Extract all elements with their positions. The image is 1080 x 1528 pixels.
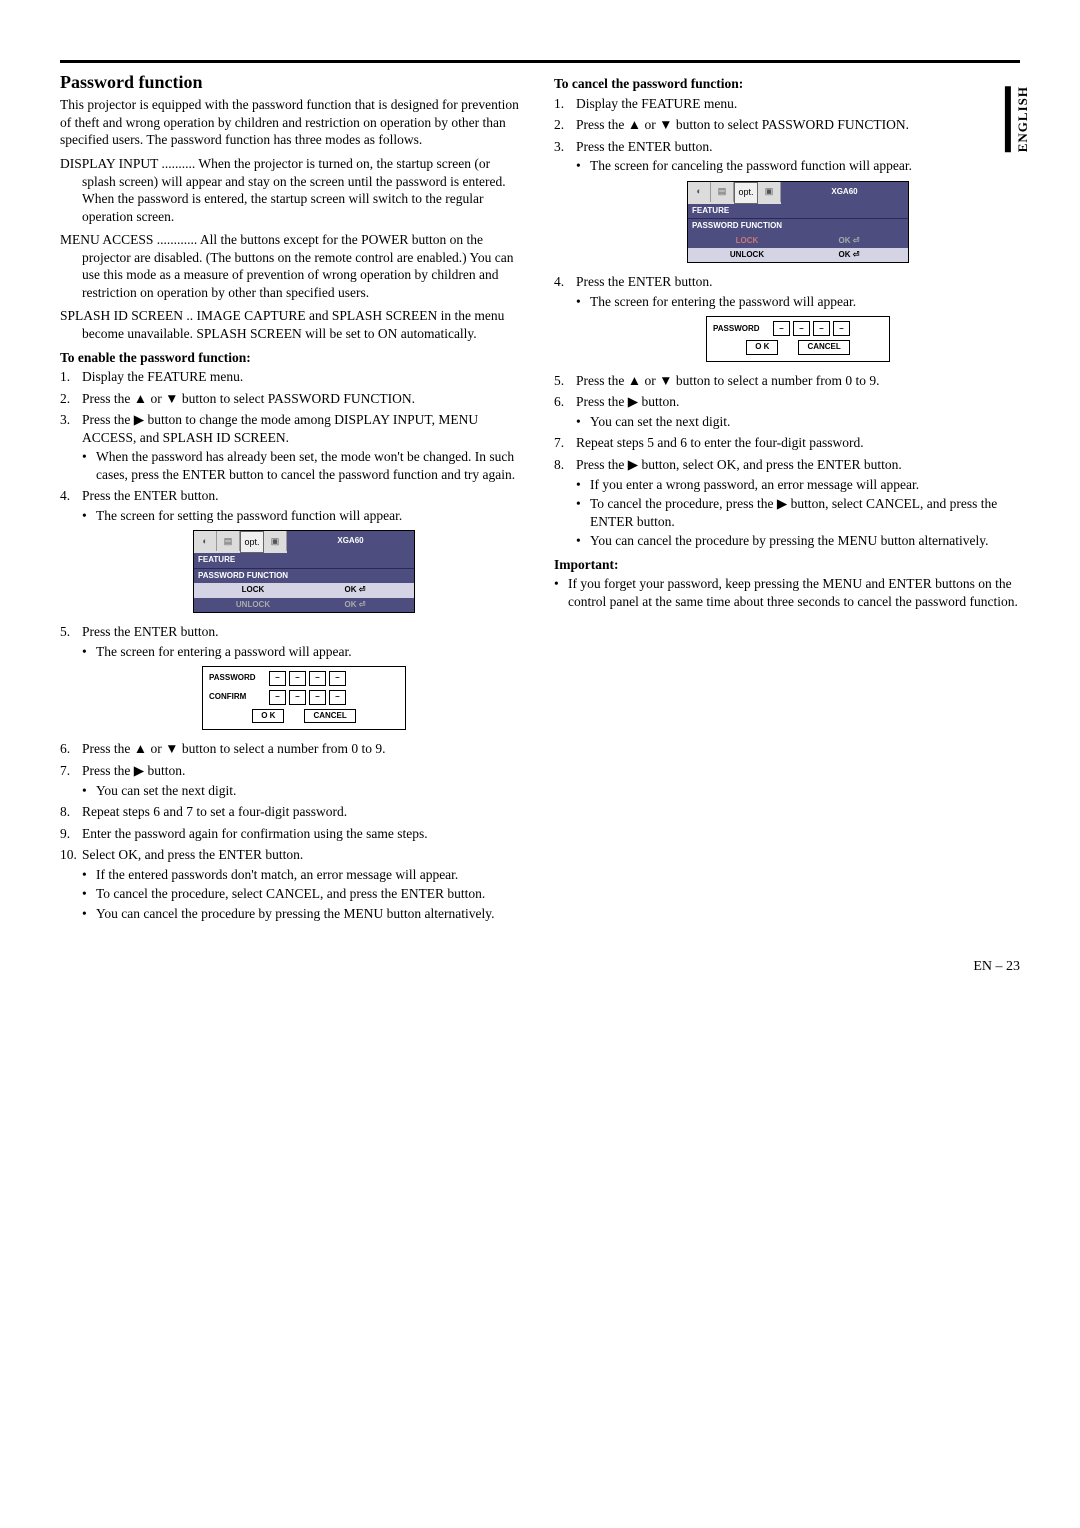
sub-bullet: If you enter a wrong password, an error …: [576, 476, 1020, 494]
step-text: Press the ENTER button.: [82, 624, 219, 639]
step-text: Press the ▶ button.: [82, 763, 185, 778]
mode-label: MENU ACCESS ............: [60, 232, 197, 247]
osd-tab-icon: ▣: [758, 182, 781, 202]
step-text: Repeat steps 5 and 6 to enter the four-d…: [576, 435, 864, 450]
osd-tab-icon: ▤: [217, 531, 240, 551]
password-entry-figure: PASSWORD –––– CONFIRM –––– O K CANCEL: [202, 666, 406, 730]
sub-bullet: You can set the next digit.: [576, 413, 1020, 431]
right-icon: ▶: [134, 412, 144, 427]
important-list: If you forget your password, keep pressi…: [554, 575, 1020, 610]
sub-bullet: To cancel the procedure, select CANCEL, …: [82, 885, 526, 903]
top-rule: [60, 60, 1020, 63]
ok-button: O K: [746, 340, 778, 354]
important-heading: Important:: [554, 556, 1020, 574]
mode-display-input: DISPLAY INPUT .......... When the projec…: [60, 155, 526, 225]
mode-splash-id: SPLASH ID SCREEN .. IMAGE CAPTURE and SP…: [60, 307, 526, 342]
cancel-heading: To cancel the password function:: [554, 75, 1020, 93]
confirm-label: CONFIRM: [209, 692, 269, 702]
down-icon: ▼: [165, 741, 178, 756]
sub-bullet: The screen for canceling the password fu…: [576, 157, 1020, 175]
step-text: Press the ▲ or ▼ button to select a numb…: [82, 741, 385, 756]
pw-label: PASSWORD: [713, 324, 773, 334]
important-bullet: If you forget your password, keep pressi…: [554, 575, 1020, 610]
osd-row-unlock: UNLOCKOK ⏎: [688, 248, 908, 262]
osd-resolution: XGA60: [287, 531, 414, 553]
sub-bullet: To cancel the procedure, press the ▶ but…: [576, 495, 1020, 530]
down-icon: ▼: [659, 373, 672, 388]
sub-bullet: The screen for setting the password func…: [82, 507, 526, 525]
right-column: To cancel the password function: 1.Displ…: [554, 71, 1020, 928]
step-text: Select OK, and press the ENTER button.: [82, 847, 303, 862]
osd-pwfunc-label: PASSWORD FUNCTION: [688, 218, 908, 233]
mode-menu-access: MENU ACCESS ............ All the buttons…: [60, 231, 526, 301]
password-entry-figure-single: PASSWORD –––– O K CANCEL: [706, 316, 890, 361]
up-icon: ▲: [628, 373, 641, 388]
right-icon: ▶: [628, 394, 638, 409]
mode-label: SPLASH ID SCREEN ..: [60, 308, 193, 323]
step-text: Press the ▲ or ▼ button to select PASSWO…: [576, 117, 909, 132]
step-text: Press the ▶ button, select OK, and press…: [576, 457, 902, 472]
down-icon: ▼: [659, 117, 672, 132]
step-text: Display the FEATURE menu.: [82, 369, 243, 384]
page-number: EN – 23: [60, 958, 1020, 976]
sub-bullet: You can cancel the procedure by pressing…: [576, 532, 1020, 550]
pw-digits: ––––: [773, 321, 850, 336]
osd-row-lock: LOCKOK ⏎: [688, 234, 908, 248]
right-icon: ▶: [628, 457, 638, 472]
sub-bullet: The screen for entering a password will …: [82, 643, 526, 661]
step-text: Press the ▲ or ▼ button to select PASSWO…: [82, 391, 415, 406]
sub-bullet: When the password has already been set, …: [82, 448, 526, 483]
step-text: Press the ▲ or ▼ button to select a numb…: [576, 373, 879, 388]
intro-text: This projector is equipped with the pass…: [60, 96, 526, 149]
osd-tab-icon: ▤: [711, 182, 734, 202]
osd-tab-icon-selected: opt.: [240, 531, 264, 553]
step-text: Repeat steps 6 and 7 to set a four-digit…: [82, 804, 347, 819]
osd-figure-unlock: ◐ ▤ opt. ▣ XGA60 FEATURE PASSWORD FUNCTI…: [687, 181, 909, 264]
step-text: Press the ▶ button.: [576, 394, 679, 409]
osd-figure-lock: ◐ ▤ opt. ▣ XGA60 FEATURE PASSWORD FUNCTI…: [193, 530, 415, 613]
up-icon: ▲: [628, 117, 641, 132]
sub-bullet: You can cancel the procedure by pressing…: [82, 905, 526, 923]
mode-label: DISPLAY INPUT ..........: [60, 156, 195, 171]
sub-bullet: You can set the next digit.: [82, 782, 526, 800]
cancel-button: CANCEL: [304, 709, 355, 723]
left-column: Password function This projector is equi…: [60, 71, 526, 928]
osd-tab-icon: ◐: [194, 531, 217, 551]
heading-password-function: Password function: [60, 71, 526, 94]
osd-tab-icon-selected: opt.: [734, 182, 758, 204]
up-icon: ▲: [134, 741, 147, 756]
right-icon: ▶: [134, 763, 144, 778]
cancel-steps: 1.Display the FEATURE menu. 2.Press the …: [554, 95, 1020, 550]
cancel-button: CANCEL: [798, 340, 849, 354]
enable-steps: 1.Display the FEATURE menu. 2.Press the …: [60, 368, 526, 922]
sub-bullet: If the entered passwords don't match, an…: [82, 866, 526, 884]
up-icon: ▲: [134, 391, 147, 406]
osd-row-lock: LOCKOK ⏎: [194, 583, 414, 597]
pw-label: PASSWORD: [209, 673, 269, 683]
osd-row-unlock: UNLOCKOK ⏎: [194, 598, 414, 612]
step-text: Press the ▶ button to change the mode am…: [82, 412, 478, 445]
osd-pwfunc-label: PASSWORD FUNCTION: [194, 568, 414, 583]
osd-feature-label: FEATURE: [194, 553, 414, 567]
osd-feature-label: FEATURE: [688, 204, 908, 218]
step-text: Press the ENTER button.: [576, 274, 713, 289]
osd-tab-icon: ▣: [264, 531, 287, 551]
enable-heading: To enable the password function:: [60, 349, 526, 367]
step-text: Press the ENTER button.: [576, 139, 713, 154]
osd-tab-icon: ◐: [688, 182, 711, 202]
osd-resolution: XGA60: [781, 182, 908, 204]
pw-digits: ––––: [269, 671, 346, 686]
right-icon: ▶: [777, 496, 787, 511]
step-text: Press the ENTER button.: [82, 488, 219, 503]
step-text: Enter the password again for confirmatio…: [82, 826, 428, 841]
pw-digits: ––––: [269, 690, 346, 705]
sub-bullet: The screen for entering the password wil…: [576, 293, 1020, 311]
ok-button: O K: [252, 709, 284, 723]
step-text: Display the FEATURE menu.: [576, 96, 737, 111]
down-icon: ▼: [165, 391, 178, 406]
